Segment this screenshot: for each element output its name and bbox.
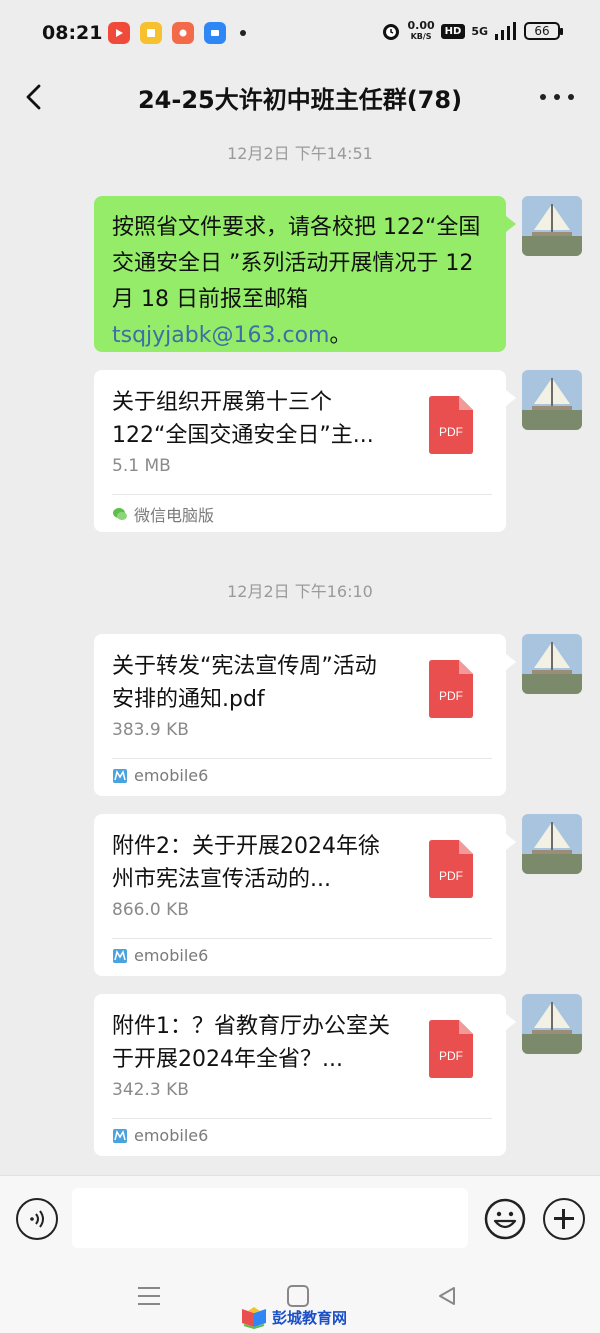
message-input-bar <box>0 1175 600 1261</box>
divider <box>112 938 492 939</box>
battery-indicator: 66 <box>524 22 563 40</box>
notes-app-icon <box>140 22 162 44</box>
divider <box>112 494 492 495</box>
system-back-button[interactable] <box>436 1285 458 1307</box>
status-indicators: 0.00 KB/S HD 5G 66 <box>380 20 563 42</box>
svg-text:PDF: PDF <box>439 869 463 883</box>
message-text: 按照省文件要求，请各校把 122“全国交通安全日 ”系列活动开展情况于 12 月… <box>112 215 481 312</box>
net-speed-value: 0.00 <box>407 19 435 32</box>
emobile-icon <box>113 1128 127 1143</box>
net-speed: 0.00 KB/S <box>408 20 435 42</box>
divider <box>112 758 492 759</box>
file-title: 附件1：？省教育厅办公室关于开展2024年全省？... <box>112 1014 390 1072</box>
hd-badge: HD <box>440 23 466 39</box>
more-functions-button[interactable] <box>543 1198 585 1240</box>
file-source-label: emobile6 <box>134 766 209 785</box>
file-source: emobile6 <box>112 766 208 785</box>
file-source-label: 微信电脑版 <box>134 506 215 525</box>
svg-text:PDF: PDF <box>439 1049 463 1063</box>
voice-input-button[interactable] <box>16 1198 58 1240</box>
pdf-icon: PDF <box>429 840 473 898</box>
file-title: 附件2：关于开展2024年徐州市宪法宣传活动的... <box>112 834 380 892</box>
file-title: 关于组织开展第十三个122“全国交通安全日”主... <box>112 390 374 448</box>
file-size: 866.0 KB <box>112 900 189 920</box>
svg-text:PDF: PDF <box>439 425 463 439</box>
emobile-icon <box>113 948 127 963</box>
email-link[interactable]: tsqjyjabk@163.com <box>112 323 329 348</box>
sent-text-message[interactable]: 按照省文件要求，请各校把 122“全国交通安全日 ”系列活动开展情况于 12 月… <box>94 196 516 352</box>
status-time: 08:21 <box>42 22 103 44</box>
file-message[interactable]: 附件1：？省教育厅办公室关于开展2024年全省？... 342.3 KB PDF… <box>94 994 516 1156</box>
avatar[interactable] <box>522 814 582 874</box>
chat-title: 24-25大许初中班主任群(78) <box>137 85 463 114</box>
video-app-icon <box>108 22 130 44</box>
alarm-icon <box>382 24 399 40</box>
signal-label: 5G <box>471 24 488 38</box>
files-app-icon <box>204 22 226 44</box>
avatar[interactable] <box>522 994 582 1054</box>
file-size: 383.9 KB <box>112 720 189 740</box>
signal-bars-icon <box>495 22 516 40</box>
watermark-logo <box>242 1307 266 1329</box>
file-title: 关于转发“宪法宣传周”活动安排的通知.pdf <box>112 654 377 712</box>
shopping-app-icon <box>172 22 194 44</box>
pdf-icon: PDF <box>429 396 473 454</box>
file-source: 微信电脑版 <box>112 502 214 526</box>
more-options-icon[interactable] <box>540 84 574 110</box>
system-navigation-bar: 彭城教育网 <box>0 1261 600 1333</box>
emobile-icon <box>113 768 127 783</box>
back-arrow-icon[interactable] <box>18 80 52 114</box>
pdf-icon: PDF <box>429 1020 473 1078</box>
pdf-icon: PDF <box>429 660 473 718</box>
file-source-label: emobile6 <box>134 946 209 965</box>
net-speed-unit: KB/S <box>410 32 432 41</box>
status-bar: 08:21 0.00 KB/S HD 5G 66 <box>0 0 600 66</box>
file-size: 342.3 KB <box>112 1080 189 1100</box>
file-message[interactable]: 关于转发“宪法宣传周”活动安排的通知.pdf 383.9 KB PDF emob… <box>94 634 516 796</box>
file-source: emobile6 <box>112 1126 208 1145</box>
emoji-button[interactable] <box>484 1198 526 1240</box>
voice-icon <box>30 1210 44 1228</box>
notification-dot-icon <box>240 30 246 36</box>
wechat-icon <box>113 508 127 520</box>
message-input[interactable] <box>72 1188 468 1248</box>
recent-apps-button[interactable] <box>138 1287 160 1305</box>
avatar[interactable] <box>522 370 582 430</box>
status-app-icons <box>108 22 246 44</box>
svg-text:PDF: PDF <box>439 689 463 703</box>
file-message[interactable]: 关于组织开展第十三个122“全国交通安全日”主... 5.1 MB PDF 微信… <box>94 370 516 532</box>
message-timestamp: 12月2日 下午16:10 <box>227 582 373 601</box>
watermark: 彭城教育网 <box>240 1305 347 1329</box>
avatar[interactable] <box>522 196 582 256</box>
file-message[interactable]: 附件2：关于开展2024年徐州市宪法宣传活动的... 866.0 KB PDF … <box>94 814 516 976</box>
message-timestamp: 12月2日 下午14:51 <box>227 144 373 163</box>
avatar[interactable] <box>522 634 582 694</box>
watermark-text: 彭城教育网 <box>272 1308 348 1327</box>
home-button[interactable] <box>287 1285 309 1307</box>
chat-header: 24-25大许初中班主任群(78) <box>0 66 600 128</box>
message-text-end: 。 <box>329 323 352 348</box>
divider <box>112 1118 492 1119</box>
file-size: 5.1 MB <box>112 456 171 476</box>
file-source: emobile6 <box>112 946 208 965</box>
file-source-label: emobile6 <box>134 1126 209 1145</box>
